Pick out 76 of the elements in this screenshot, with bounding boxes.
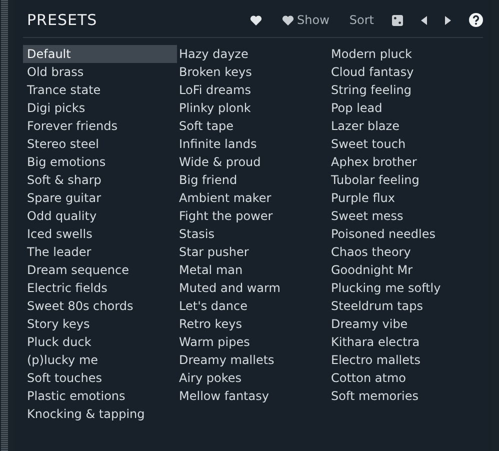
preset-item[interactable]: Infinite lands [175,135,329,153]
preset-item[interactable]: Fight the power [175,207,329,225]
preset-item[interactable]: The leader [23,243,177,261]
preset-item[interactable]: Stasis [175,225,329,243]
preset-item[interactable]: Forever friends [23,117,177,135]
preset-item[interactable]: Electro mallets [327,351,481,369]
heart-icon [282,14,294,26]
help-icon [469,13,483,27]
preset-item[interactable]: Default [23,45,177,63]
preset-item[interactable]: Sweet 80s chords [23,297,177,315]
preset-item[interactable]: Modern pluck [327,45,481,63]
show-favorites-button[interactable]: Show [282,13,330,27]
preset-item[interactable]: Lazer blaze [327,117,481,135]
preset-item[interactable]: Plinky plonk [175,99,329,117]
preset-item[interactable]: Metal man [175,261,329,279]
preset-item[interactable]: Electric fields [23,279,177,297]
preset-item[interactable]: Old brass [23,63,177,81]
preset-item[interactable]: Dreamy vibe [327,315,481,333]
preset-item[interactable]: Retro keys [175,315,329,333]
preset-item[interactable]: Warm pipes [175,333,329,351]
preset-item[interactable]: Hazy dayze [175,45,329,63]
triangle-right-icon [445,16,451,24]
preset-item[interactable]: Chaos theory [327,243,481,261]
sort-button[interactable]: Sort [349,13,374,27]
resize-grip[interactable] [1,0,8,451]
preset-item[interactable]: Spare guitar [23,189,177,207]
panel-title: PRESETS [27,11,98,29]
preset-item[interactable]: Pop lead [327,99,481,117]
preset-item[interactable]: Plucking me softly [327,279,481,297]
favorite-button[interactable] [250,14,262,26]
preset-item[interactable]: Digi picks [23,99,177,117]
preset-item[interactable]: Dream sequence [23,261,177,279]
random-button[interactable] [392,14,403,26]
preset-item[interactable]: Mellow fantasy [175,387,329,405]
preset-item[interactable]: Pluck duck [23,333,177,351]
preset-item[interactable]: Kithara electra [327,333,481,351]
preset-item[interactable]: Big emotions [23,153,177,171]
preset-item[interactable]: Airy pokes [175,369,329,387]
preset-item[interactable]: Broken keys [175,63,329,81]
preset-item[interactable]: Soft memories [327,387,481,405]
preset-item[interactable]: Let's dance [175,297,329,315]
preset-item[interactable]: Tubolar feeling [327,171,481,189]
preset-item[interactable]: Trance state [23,81,177,99]
heart-icon [250,14,262,26]
preset-item[interactable]: (p)lucky me [23,351,177,369]
preset-item[interactable]: Stereo steel [23,135,177,153]
preset-item[interactable]: Soft tape [175,117,329,135]
preset-item[interactable]: Ambient maker [175,189,329,207]
preset-item[interactable]: Plastic emotions [23,387,177,405]
preset-item[interactable]: Story keys [23,315,177,333]
previous-button[interactable] [421,16,427,24]
preset-item[interactable]: String feeling [327,81,481,99]
help-button[interactable] [469,13,483,27]
preset-item[interactable]: Sweet mess [327,207,481,225]
preset-item[interactable]: Knocking & tapping [23,405,177,423]
preset-item[interactable]: Soft & sharp [23,171,177,189]
preset-item[interactable]: Goodnight Mr [327,261,481,279]
preset-item[interactable]: Aphex brother [327,153,481,171]
preset-item[interactable]: Soft touches [23,369,177,387]
preset-item[interactable]: Muted and warm [175,279,329,297]
preset-item[interactable]: Sweet touch [327,135,481,153]
preset-item[interactable]: Cloud fantasy [327,63,481,81]
preset-item[interactable]: LoFi dreams [175,81,329,99]
preset-item[interactable]: Dreamy mallets [175,351,329,369]
next-button[interactable] [445,16,451,24]
preset-item[interactable]: Poisoned needles [327,225,481,243]
preset-item[interactable]: Wide & proud [175,153,329,171]
preset-item[interactable]: Cotton atmo [327,369,481,387]
preset-item[interactable]: Steeldrum taps [327,297,481,315]
preset-item[interactable]: Odd quality [23,207,177,225]
preset-item[interactable]: Iced swells [23,225,177,243]
triangle-left-icon [421,16,427,24]
preset-item[interactable]: Purple flux [327,189,481,207]
dice-icon [392,14,403,26]
preset-item[interactable]: Big friend [175,171,329,189]
preset-item[interactable]: Star pusher [175,243,329,261]
